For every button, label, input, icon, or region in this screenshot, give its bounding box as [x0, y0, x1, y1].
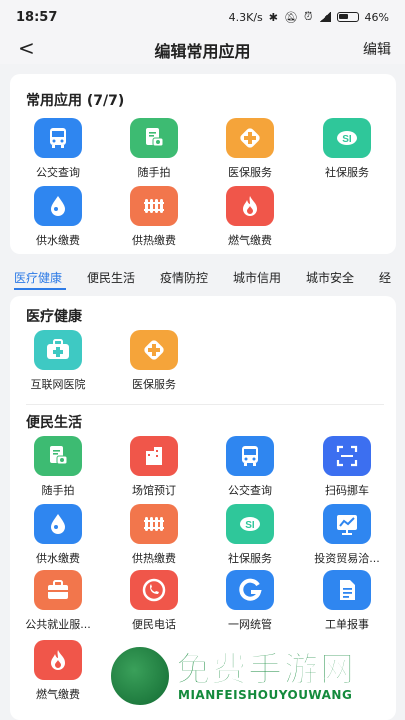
common-app-label: 燃气缴费	[228, 234, 272, 247]
health-section-title: 医疗健康	[26, 309, 82, 325]
bus-icon	[34, 118, 82, 158]
life-app-label: 公交查询	[228, 484, 272, 497]
battery-level: 46%	[364, 10, 389, 24]
common-app-label: 公交查询	[36, 166, 80, 179]
life-app-6[interactable]: 供热缴费	[118, 504, 190, 566]
life-app-label: 燃气缴费	[36, 688, 80, 701]
tab-health[interactable]: 医疗健康	[14, 269, 62, 286]
alarm-icon: ⏰︎	[303, 10, 313, 23]
common-app-5[interactable]: 供水缴费	[22, 186, 94, 248]
life-app-13[interactable]: 燃气缴费	[22, 640, 94, 702]
svg-text:SI: SI	[245, 520, 255, 531]
water-drop-icon	[34, 186, 82, 226]
phone-icon	[130, 570, 178, 610]
common-apps-title: 常用应用 (7/7)	[26, 93, 125, 109]
edit-button[interactable]: 编辑	[363, 39, 391, 59]
life-app-12[interactable]: 工单报事	[311, 570, 383, 632]
social-security-icon: SI	[323, 118, 371, 158]
watermark: 免费手游网 MIANFEISHOUYOUWANG	[108, 640, 398, 716]
section-divider	[26, 404, 384, 405]
life-app-9[interactable]: 公共就业服...	[22, 570, 94, 632]
nav-bar: < 编辑常用应用 编辑	[0, 34, 405, 64]
chart-board-icon	[323, 504, 371, 544]
life-app-label: 供水缴费	[36, 552, 80, 565]
common-app-label: 随手拍	[137, 166, 171, 179]
health-app-1[interactable]: 互联网医院	[22, 330, 94, 392]
svg-text:SI: SI	[342, 134, 352, 145]
common-app-label: 社保服务	[325, 166, 369, 179]
life-app-10[interactable]: 便民电话	[118, 570, 190, 632]
building-icon	[130, 436, 178, 476]
mute-icon: 🔕︎	[283, 10, 298, 24]
tab-safety[interactable]: 城市安全	[306, 269, 354, 286]
health-app-label: 互联网医院	[30, 378, 86, 391]
watermark-logo	[108, 644, 172, 708]
life-app-7[interactable]: SI 社保服务	[214, 504, 286, 566]
tab-epidemic[interactable]: 疫情防控	[160, 269, 208, 286]
g-logo-icon	[226, 570, 274, 610]
category-tabs: 医疗健康 便民生活 疫情防控 城市信用 城市安全 经	[0, 266, 405, 290]
tab-economy[interactable]: 经	[379, 269, 391, 286]
common-app-label: 医保服务	[228, 166, 272, 179]
life-app-label: 随手拍	[41, 484, 75, 497]
common-app-3[interactable]: 医保服务	[214, 118, 286, 180]
medical-kit-icon	[34, 330, 82, 370]
life-app-11[interactable]: 一网统管	[214, 570, 286, 632]
common-app-label: 供水缴费	[36, 234, 80, 247]
social-security-icon: SI	[226, 504, 274, 544]
radiator-icon	[130, 186, 178, 226]
life-app-label: 投资贸易洽...	[314, 552, 380, 565]
common-app-2[interactable]: 随手拍	[118, 118, 190, 180]
document-icon	[323, 570, 371, 610]
common-app-label: 供热缴费	[132, 234, 176, 247]
network-speed: 4.3K/s	[228, 10, 263, 24]
life-app-2[interactable]: 场馆预订	[118, 436, 190, 498]
bus-icon	[226, 436, 274, 476]
common-apps-card: 常用应用 (7/7) 公交查询 随手拍 医保服务 SI 社保服务供水缴费 供热缴费 燃气缴费	[10, 74, 396, 254]
common-app-4[interactable]: SI 社保服务	[311, 118, 383, 180]
signal-icon	[318, 12, 331, 22]
medical-plus-icon	[130, 330, 178, 370]
life-app-label: 公共就业服...	[25, 618, 91, 631]
life-app-label: 供热缴费	[132, 552, 176, 565]
watermark-title: 免费手游网	[176, 650, 356, 691]
battery-icon	[336, 12, 359, 22]
common-app-6[interactable]: 供热缴费	[118, 186, 190, 248]
bluetooth-icon: ✱	[268, 10, 278, 24]
water-drop-icon	[34, 504, 82, 544]
life-app-1[interactable]: 随手拍	[22, 436, 94, 498]
life-app-5[interactable]: 供水缴费	[22, 504, 94, 566]
status-bar: 18:57 4.3K/s ✱ 🔕︎ ⏰︎ 46%	[0, 0, 405, 34]
watermark-subtitle: MIANFEISHOUYOUWANG	[178, 688, 353, 702]
health-app-label: 医保服务	[132, 378, 176, 391]
scan-icon	[323, 436, 371, 476]
life-app-label: 便民电话	[132, 618, 176, 631]
briefcase-icon	[34, 570, 82, 610]
tab-life[interactable]: 便民生活	[87, 269, 135, 286]
flame-icon	[34, 640, 82, 680]
camera-clipboard-icon	[130, 118, 178, 158]
life-app-label: 扫码挪车	[325, 484, 369, 497]
common-app-1[interactable]: 公交查询	[22, 118, 94, 180]
status-time: 18:57	[16, 9, 58, 25]
life-app-4[interactable]: 扫码挪车	[311, 436, 383, 498]
life-section-title: 便民生活	[26, 415, 82, 431]
flame-icon	[226, 186, 274, 226]
camera-clipboard-icon	[34, 436, 82, 476]
life-app-label: 社保服务	[228, 552, 272, 565]
common-app-7[interactable]: 燃气缴费	[214, 186, 286, 248]
life-app-label: 场馆预订	[132, 484, 176, 497]
tab-credit[interactable]: 城市信用	[233, 269, 281, 286]
life-app-3[interactable]: 公交查询	[214, 436, 286, 498]
page-title: 编辑常用应用	[154, 42, 251, 61]
medical-plus-icon	[226, 118, 274, 158]
health-app-2[interactable]: 医保服务	[118, 330, 190, 392]
status-indicators: 4.3K/s ✱ 🔕︎ ⏰︎ 46%	[229, 10, 389, 24]
life-app-8[interactable]: 投资贸易洽...	[311, 504, 383, 566]
life-app-label: 工单报事	[325, 618, 369, 631]
active-tab-indicator	[14, 288, 66, 290]
life-app-label: 一网统管	[228, 618, 272, 631]
radiator-icon	[130, 504, 178, 544]
